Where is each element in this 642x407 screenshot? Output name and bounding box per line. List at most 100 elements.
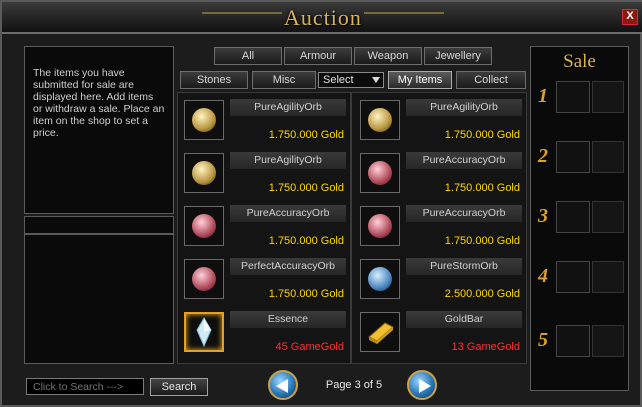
- tab-my-items[interactable]: My Items: [388, 71, 452, 89]
- info-panel: The items you have submitted for sale ar…: [24, 46, 174, 214]
- item-slot: [184, 206, 224, 246]
- sale-slot-secondary: [592, 261, 624, 293]
- item-price: 1.750.000 Gold: [444, 235, 520, 247]
- sale-slot-secondary: [592, 325, 624, 357]
- info-panel-bar: [24, 216, 174, 234]
- tab-jewellery[interactable]: Jewellery: [424, 47, 492, 65]
- storm-orb-icon: [368, 267, 392, 291]
- accuracy-orb-icon: [368, 214, 392, 238]
- category-select[interactable]: Select: [318, 72, 384, 88]
- item-price: 2.500.000 Gold: [444, 288, 520, 300]
- chevron-down-icon: [372, 77, 380, 83]
- sale-slot-number: 4: [538, 265, 548, 287]
- tab-armour[interactable]: Armour: [284, 47, 352, 65]
- search-input[interactable]: [26, 378, 144, 395]
- arrow-right-icon: [419, 379, 431, 393]
- list-item[interactable]: PureAgilityOrb 1.750.000 Gold: [180, 148, 346, 198]
- gold-bar-icon: [368, 322, 394, 344]
- sale-slot[interactable]: [556, 201, 590, 233]
- list-item[interactable]: PureAccuracyOrb 1.750.000 Gold: [356, 201, 522, 251]
- agility-orb-icon: [368, 108, 392, 132]
- item-name: GoldBar: [406, 311, 522, 328]
- item-name: PureAccuracyOrb: [406, 152, 522, 169]
- item-price: 1.750.000 Gold: [268, 235, 344, 247]
- arrow-left-icon: [276, 379, 288, 393]
- prev-page-button[interactable]: [268, 370, 298, 400]
- item-name: PureAgilityOrb: [230, 152, 346, 169]
- list-item[interactable]: PerfectAccuracyOrb 1.750.000 Gold: [180, 254, 346, 304]
- sale-slot-secondary: [592, 201, 624, 233]
- item-slot: [184, 153, 224, 193]
- item-price: 45 GameGold: [275, 341, 344, 353]
- item-slot: [360, 206, 400, 246]
- list-item[interactable]: PureAccuracyOrb 1.750.000 Gold: [356, 148, 522, 198]
- sale-slot[interactable]: [556, 261, 590, 293]
- item-slot: [184, 259, 224, 299]
- list-item[interactable]: GoldBar 13 GameGold: [356, 307, 522, 357]
- item-price: 1.750.000 Gold: [268, 182, 344, 194]
- tab-all[interactable]: All: [214, 47, 282, 65]
- item-slot: [360, 259, 400, 299]
- sale-slot-row[interactable]: 2: [534, 141, 624, 173]
- sale-panel: Sale 1 2 3 4 5: [530, 46, 629, 391]
- details-panel: [24, 234, 174, 364]
- item-name: PureAgilityOrb: [406, 99, 522, 116]
- item-name: PureAccuracyOrb: [406, 205, 522, 222]
- sale-slot-number: 5: [538, 329, 548, 351]
- sale-slot-row[interactable]: 3: [534, 201, 624, 233]
- essence-crystal-icon: [196, 317, 212, 348]
- item-slot: [184, 312, 224, 352]
- category-select-value: Select: [323, 74, 354, 86]
- sale-slot-secondary: [592, 81, 624, 113]
- sale-slot-secondary: [592, 141, 624, 173]
- sale-slot-number: 3: [538, 205, 548, 227]
- item-slot: [184, 100, 224, 140]
- item-price: 1.750.000 Gold: [444, 129, 520, 141]
- auction-window: Auction X The items you have submitted f…: [0, 0, 642, 407]
- tab-collect[interactable]: Collect: [456, 71, 526, 89]
- sale-slot-row[interactable]: 5: [534, 325, 624, 357]
- list-item[interactable]: PureAgilityOrb 1.750.000 Gold: [356, 95, 522, 145]
- sale-title: Sale: [563, 51, 596, 72]
- item-price: 1.750.000 Gold: [268, 288, 344, 300]
- accuracy-orb-icon: [192, 214, 216, 238]
- next-page-button[interactable]: [407, 370, 437, 400]
- accuracy-orb-icon: [192, 267, 216, 291]
- item-name: PerfectAccuracyOrb: [230, 258, 346, 275]
- item-name: Essence: [230, 311, 346, 328]
- window-title: Auction: [284, 5, 362, 30]
- sale-slot-row[interactable]: 1: [534, 81, 624, 113]
- item-slot: [360, 153, 400, 193]
- list-item[interactable]: PureAccuracyOrb 1.750.000 Gold: [180, 201, 346, 251]
- item-name: PureAccuracyOrb: [230, 205, 346, 222]
- search-button[interactable]: Search: [150, 378, 208, 396]
- sale-slot[interactable]: [556, 81, 590, 113]
- sale-slot[interactable]: [556, 325, 590, 357]
- items-grid: PureAgilityOrb 1.750.000 Gold PureAgilit…: [177, 92, 527, 364]
- close-button[interactable]: X: [622, 9, 638, 25]
- item-slot: [360, 100, 400, 140]
- list-item[interactable]: Essence 45 GameGold: [180, 307, 346, 357]
- info-text: The items you have submitted for sale ar…: [33, 67, 165, 139]
- page-indicator: Page 3 of 5: [325, 379, 383, 391]
- item-price: 1.750.000 Gold: [444, 182, 520, 194]
- item-name: PureStormOrb: [406, 258, 522, 275]
- item-slot: [360, 312, 400, 352]
- sale-slot-number: 2: [538, 145, 548, 167]
- tab-stones[interactable]: Stones: [180, 71, 248, 89]
- item-price: 1.750.000 Gold: [268, 129, 344, 141]
- item-price: 13 GameGold: [451, 341, 520, 353]
- grid-divider: [350, 93, 352, 363]
- accuracy-orb-icon: [368, 161, 392, 185]
- sale-slot[interactable]: [556, 141, 590, 173]
- sale-slot-row[interactable]: 4: [534, 261, 624, 293]
- agility-orb-icon: [192, 161, 216, 185]
- tab-misc[interactable]: Misc: [252, 71, 316, 89]
- item-name: PureAgilityOrb: [230, 99, 346, 116]
- sale-slot-number: 1: [538, 85, 548, 107]
- list-item[interactable]: PureAgilityOrb 1.750.000 Gold: [180, 95, 346, 145]
- tab-weapon[interactable]: Weapon: [354, 47, 422, 65]
- agility-orb-icon: [192, 108, 216, 132]
- list-item[interactable]: PureStormOrb 2.500.000 Gold: [356, 254, 522, 304]
- title-bar: Auction X: [2, 2, 642, 34]
